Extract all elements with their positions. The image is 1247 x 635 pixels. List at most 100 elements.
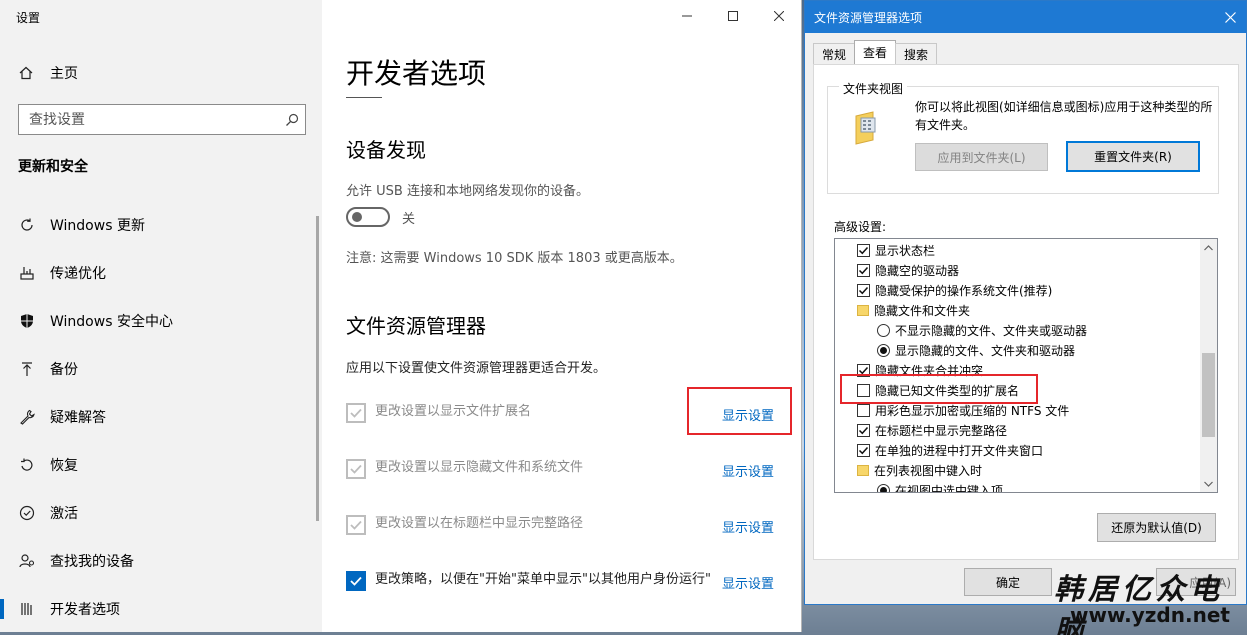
settings-main-pane: 开发者选项 设备发现 允许 USB 连接和本地网络发现你的设备。 关 注意: 这… [322,0,801,632]
nav-item-label: 疑难解答 [50,410,106,426]
folder-views-legend: 文件夹视图 [839,80,908,97]
checkbox-show-extensions[interactable] [346,403,366,423]
adv-item-dont-show-hidden[interactable]: 不显示隐藏的文件、文件夹或驱动器 [835,320,1201,340]
adv-item-separate-process[interactable]: 在单独的进程中打开文件夹窗口 [835,440,1201,460]
scroll-down-arrow-icon[interactable] [1200,475,1217,492]
nav-item-recovery[interactable]: 恢复 [0,441,322,489]
adv-item-full-path-title[interactable]: 在标题栏中显示完整路径 [835,420,1201,440]
checkbox[interactable] [857,443,870,457]
nav-item-activation[interactable]: 激活 [0,489,322,537]
adv-item-select-typed[interactable]: 在视图中选中键入项 [835,480,1201,493]
nav-item-label: 开发者选项 [50,602,120,618]
adv-item-label: 在视图中选中键入项 [895,483,1004,493]
radio-button[interactable] [877,343,890,357]
close-button[interactable] [756,0,801,32]
app-title: 设置 [16,11,41,25]
adv-item-show-status-bar[interactable]: 显示状态栏 [835,240,1201,260]
checkbox[interactable] [857,403,870,417]
advanced-settings-scrollbar[interactable] [1200,239,1217,492]
checkbox[interactable] [857,283,870,297]
title-underline [346,97,382,98]
tab-general[interactable]: 常规 [813,43,856,64]
nav-item-label: Windows 更新 [50,218,145,234]
checkbox[interactable] [857,243,870,257]
check-circle-icon [18,504,36,522]
show-settings-link[interactable]: 显示设置 [722,517,774,536]
search-icon[interactable] [279,113,305,127]
minimize-button[interactable] [664,0,710,32]
adv-item-label: 在列表视图中键入时 [874,463,983,478]
checkbox[interactable] [857,263,870,277]
home-icon [18,65,34,81]
developer-icon [18,600,36,618]
nav-item-troubleshoot[interactable]: 疑难解答 [0,393,322,441]
nav-item-label: 恢复 [50,458,78,474]
nav-item-label: 查找我的设备 [50,554,134,570]
nav-item-find-my-device[interactable]: 查找我的设备 [0,537,322,585]
ok-button[interactable]: 确定 [964,568,1052,596]
settings-window: 设置 主页 更新和安全 Windows 更新 [0,0,802,632]
apply-to-folders-button[interactable]: 应用到文件夹(L) [915,143,1048,171]
tab-search[interactable]: 搜索 [895,43,938,64]
tab-view[interactable]: 查看 [854,40,897,64]
adv-item-label: 隐藏受保护的操作系统文件(推荐) [875,283,1053,298]
section-title: 更新和安全 [18,159,88,175]
nav-item-windows-security[interactable]: Windows 安全中心 [0,297,322,345]
device-discovery-description: 允许 USB 连接和本地网络发现你的设备。 [346,184,589,199]
highlight-box [687,387,792,435]
backup-arrow-icon [18,360,36,378]
page-title: 开发者选项 [346,57,487,90]
option-label: 更改设置以显示文件扩展名 [375,404,532,419]
dialog-close-button[interactable] [1220,7,1240,27]
device-discovery-toggle-row: 关 [346,207,415,227]
nav-item-developer-options[interactable]: 开发者选项 [0,585,322,632]
home-nav-item[interactable]: 主页 [18,60,78,86]
checkbox[interactable] [857,423,870,437]
settings-sidebar: 设置 主页 更新和安全 Windows 更新 [0,0,322,632]
delivery-optimization-icon [18,264,36,282]
show-settings-link[interactable]: 显示设置 [722,461,774,480]
adv-item-show-hidden[interactable]: 显示隐藏的文件、文件夹和驱动器 [835,340,1201,360]
adv-item-hide-empty-drives[interactable]: 隐藏空的驱动器 [835,260,1201,280]
nav-item-label: Windows 安全中心 [50,314,173,330]
nav-item-windows-update[interactable]: Windows 更新 [0,201,322,249]
nav-item-label: 传递优化 [50,266,106,282]
file-explorer-options-dialog: 文件资源管理器选项 常规 查看 搜索 文件夹视图 你可以将此视图(如详细信息或图… [804,0,1247,605]
adv-item-label: 隐藏空的驱动器 [875,263,960,278]
adv-group-list-typing: 在列表视图中键入时 [835,460,1201,480]
radio-button[interactable] [877,323,890,337]
home-label: 主页 [50,66,78,82]
adv-item-hide-protected-os-files[interactable]: 隐藏受保护的操作系统文件(推荐) [835,280,1201,300]
adv-item-label: 在单独的进程中打开文件夹窗口 [875,443,1044,458]
adv-item-label: 显示状态栏 [875,243,936,258]
watermark-url: www.yzdn.net [1070,603,1230,627]
window-controls [664,0,801,32]
checkbox-run-as-other-user[interactable] [346,571,366,591]
scroll-thumb[interactable] [1202,353,1215,437]
sidebar-scrollbar[interactable] [316,216,319,521]
nav-item-delivery-optimization[interactable]: 传递优化 [0,249,322,297]
sdk-note: 注意: 这需要 Windows 10 SDK 版本 1803 或更高版本。 [346,251,683,266]
checkbox-show-hidden[interactable] [346,459,366,479]
device-discovery-heading: 设备发现 [346,138,426,162]
dialog-tabs: 常规 查看 搜索 [813,40,938,64]
dialog-title: 文件资源管理器选项 [814,10,923,25]
checkbox-full-path[interactable] [346,515,366,535]
adv-item-label: 隐藏文件和文件夹 [874,303,971,318]
reset-folders-button[interactable]: 重置文件夹(R) [1066,141,1200,172]
maximize-button[interactable] [710,0,756,32]
scroll-up-arrow-icon[interactable] [1200,239,1217,256]
nav-item-backup[interactable]: 备份 [0,345,322,393]
radio-button[interactable] [877,483,890,492]
adv-item-label: 用彩色显示加密或压缩的 NTFS 文件 [875,403,1070,418]
device-discovery-toggle[interactable] [346,207,390,227]
nav-list: Windows 更新 传递优化 Windows 安全中心 备份 疑难解答 恢复 … [0,201,322,632]
show-settings-link[interactable]: 显示设置 [722,573,774,592]
advanced-settings-tree[interactable]: 显示状态栏 隐藏空的驱动器 隐藏受保护的操作系统文件(推荐) 隐藏文件和文件夹 … [834,238,1218,493]
settings-search[interactable] [18,104,306,135]
settings-search-input[interactable] [29,111,279,128]
option-label: 更改设置以在标题栏中显示完整路径 [375,516,584,531]
restore-defaults-button[interactable]: 还原为默认值(D) [1097,513,1216,542]
folder-views-description: 你可以将此视图(如详细信息或图标)应用于这种类型的所有文件夹。 [915,100,1213,132]
dialog-titlebar: 文件资源管理器选项 [805,1,1246,33]
